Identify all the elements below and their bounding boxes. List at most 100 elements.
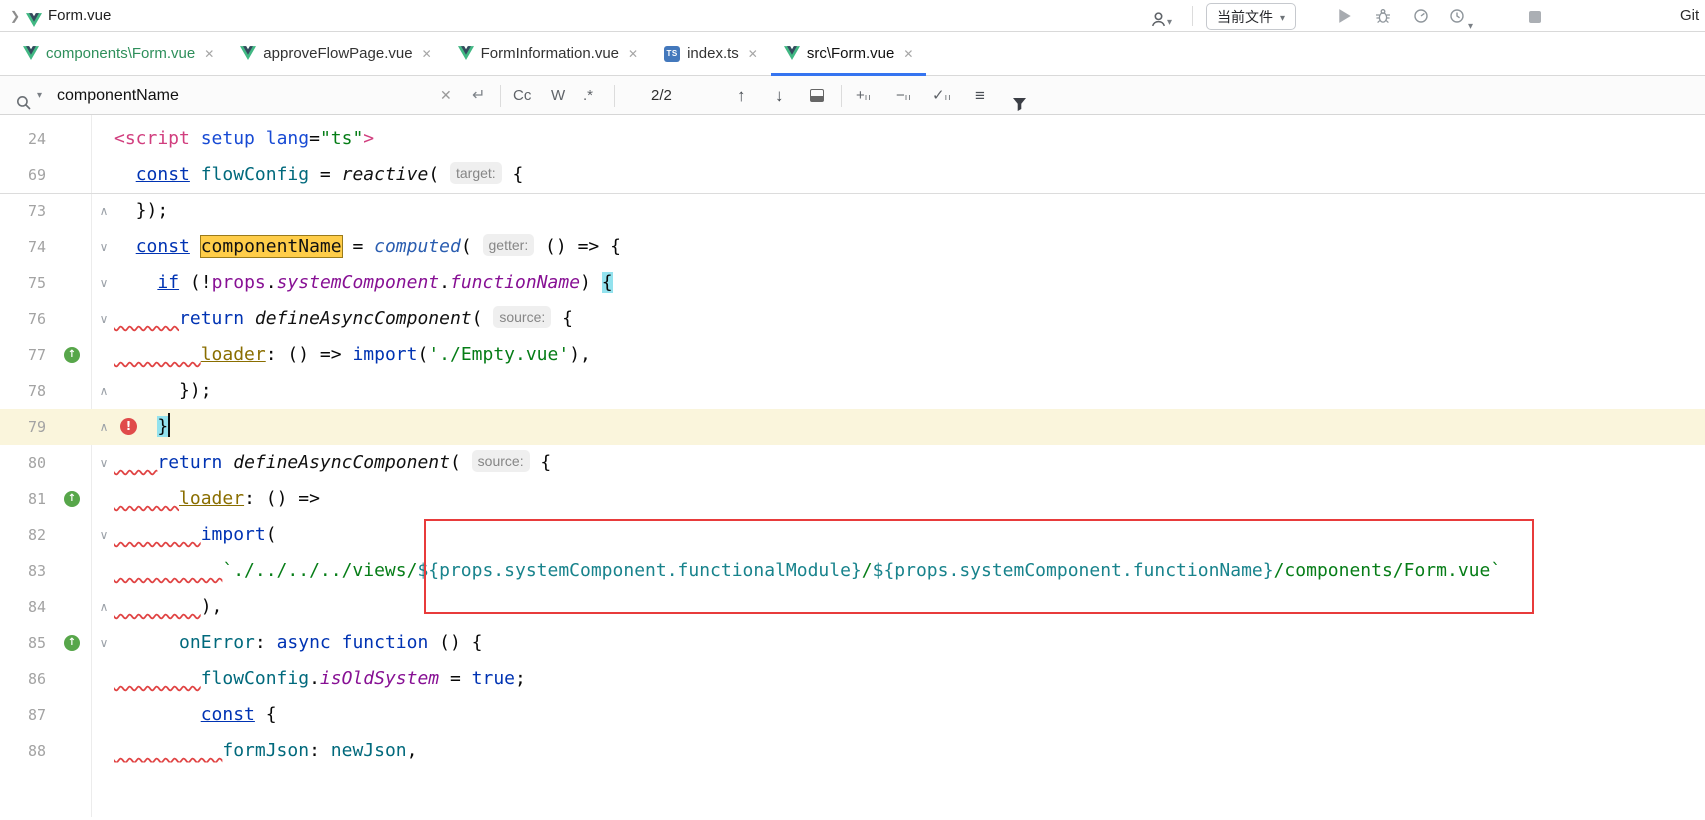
- close-tab-icon[interactable]: ✕: [748, 47, 758, 61]
- code-token: async: [277, 632, 331, 653]
- code-token: =: [439, 668, 472, 689]
- run-config-selector[interactable]: 当前文件▾: [1206, 3, 1296, 30]
- filter-lines-icon[interactable]: ≡: [975, 76, 985, 115]
- user-account-icon[interactable]: ▾: [1150, 7, 1172, 39]
- fold-up-icon[interactable]: ∧: [96, 589, 112, 625]
- code-line-content: formJson: newJson,: [114, 740, 417, 761]
- stop-button[interactable]: [1526, 8, 1544, 26]
- fold-down-icon[interactable]: ∨: [96, 625, 112, 661]
- error-icon[interactable]: !: [120, 418, 137, 435]
- code-token: {: [502, 164, 524, 185]
- match-count: 2/2: [651, 76, 672, 115]
- code-token: true: [472, 668, 515, 689]
- close-tab-icon[interactable]: ✕: [903, 47, 913, 61]
- vue-file-icon: [458, 46, 474, 61]
- code-token: (: [428, 164, 439, 185]
- code-line: 80∨ return defineAsyncComponent( source:…: [0, 445, 1705, 481]
- line-number[interactable]: 82: [0, 517, 46, 553]
- fold-down-icon[interactable]: ∨: [96, 229, 112, 265]
- line-number[interactable]: 76: [0, 301, 46, 337]
- tab-src-form.vue[interactable]: src\Form.vue✕: [771, 32, 927, 75]
- line-number[interactable]: 87: [0, 697, 46, 733]
- code-token: [190, 236, 201, 257]
- whole-words-toggle[interactable]: W: [551, 76, 565, 115]
- line-number[interactable]: 79: [0, 409, 46, 445]
- line-number[interactable]: 69: [0, 157, 46, 193]
- line-number[interactable]: 80: [0, 445, 46, 481]
- code-line: 76∨ return defineAsyncComponent( source:…: [0, 301, 1705, 337]
- git-menu[interactable]: Git: [1680, 0, 1699, 32]
- code-token: (: [450, 452, 461, 473]
- next-match-button[interactable]: ↓: [775, 76, 784, 115]
- code-token: [190, 164, 201, 185]
- code-line-content: loader: () =>: [114, 488, 320, 509]
- search-input[interactable]: componentName: [57, 76, 179, 115]
- code-token: (: [417, 344, 428, 365]
- profiler-icon[interactable]: [1412, 8, 1430, 26]
- gutter-marker-icon[interactable]: ↑: [64, 491, 80, 507]
- code-token: ,: [407, 740, 418, 761]
- match-case-toggle[interactable]: Cc: [513, 76, 531, 115]
- add-filter-icon[interactable]: +ıı: [856, 76, 872, 115]
- remove-filter-icon[interactable]: −ıı: [896, 76, 912, 115]
- previous-match-button[interactable]: ↑: [737, 76, 746, 115]
- code-line-content: `./../../../views/${props.systemComponen…: [114, 560, 1501, 581]
- close-tab-icon[interactable]: ✕: [204, 47, 214, 61]
- gutter-marker-icon[interactable]: ↑: [64, 347, 80, 363]
- typescript-file-icon: TS: [664, 46, 680, 62]
- line-number[interactable]: 24: [0, 121, 46, 157]
- fold-up-icon[interactable]: ∧: [96, 409, 112, 445]
- code-token: const: [201, 704, 255, 725]
- line-number[interactable]: 74: [0, 229, 46, 265]
- fold-up-icon[interactable]: ∧: [96, 373, 112, 409]
- window-title: Form.vue: [48, 0, 111, 32]
- tab-index.ts[interactable]: TSindex.ts✕: [651, 32, 771, 75]
- newline-icon[interactable]: ↵: [472, 76, 485, 115]
- code-token: (: [461, 236, 472, 257]
- code-token: ): [580, 272, 602, 293]
- line-number[interactable]: 75: [0, 265, 46, 301]
- run-history-clock-icon[interactable]: [1448, 8, 1466, 26]
- tab-forminformation.vue[interactable]: FormInformation.vue✕: [445, 32, 651, 75]
- open-in-tool-window-icon[interactable]: [810, 89, 824, 102]
- line-number[interactable]: 77: [0, 337, 46, 373]
- search-options-caret-icon[interactable]: ▾: [37, 76, 42, 115]
- close-tab-icon[interactable]: ✕: [628, 47, 638, 61]
- debug-bug-icon[interactable]: [1374, 8, 1392, 26]
- line-number[interactable]: 83: [0, 553, 46, 589]
- breadcrumb-chevron-icon[interactable]: ❯: [10, 0, 20, 32]
- fold-up-icon[interactable]: ∧: [96, 193, 112, 229]
- code-token: =: [309, 128, 320, 149]
- line-number[interactable]: 81: [0, 481, 46, 517]
- code-token: `./../../../views/: [222, 560, 417, 581]
- fold-down-icon[interactable]: ∨: [96, 517, 112, 553]
- code-token: return: [179, 308, 244, 329]
- tab-components-form.vue[interactable]: components\Form.vue✕: [10, 32, 227, 75]
- tab-approveflowpage.vue[interactable]: approveFlowPage.vue✕: [227, 32, 444, 75]
- fold-down-icon[interactable]: ∨: [96, 265, 112, 301]
- search-match-highlight: componentName: [201, 236, 342, 257]
- check-filter-icon[interactable]: ✓ıı: [932, 76, 952, 115]
- close-tab-icon[interactable]: ✕: [422, 47, 432, 61]
- code-line: 87 const {: [0, 697, 1705, 733]
- line-number[interactable]: 88: [0, 733, 46, 769]
- regex-toggle[interactable]: .*: [583, 76, 593, 115]
- clear-search-icon[interactable]: ✕: [440, 76, 452, 115]
- code-token: systemComponent: [277, 272, 440, 293]
- line-number[interactable]: 86: [0, 661, 46, 697]
- gutter-marker-icon[interactable]: ↑: [64, 635, 80, 651]
- run-history-caret-icon[interactable]: ▾: [1468, 11, 1473, 43]
- code-token: [439, 164, 450, 185]
- code-editor[interactable]: 24<script setup lang="ts">69 const flowC…: [0, 115, 1705, 817]
- line-number[interactable]: 78: [0, 373, 46, 409]
- code-token: });: [114, 200, 168, 221]
- line-number[interactable]: 84: [0, 589, 46, 625]
- code-token: [114, 308, 179, 329]
- code-token: flowConfig: [201, 668, 309, 689]
- line-number[interactable]: 85: [0, 625, 46, 661]
- code-line: 75∨ if (!props.systemComponent.functionN…: [0, 265, 1705, 301]
- fold-down-icon[interactable]: ∨: [96, 301, 112, 337]
- fold-down-icon[interactable]: ∨: [96, 445, 112, 481]
- run-button[interactable]: [1336, 8, 1354, 26]
- line-number[interactable]: 73: [0, 193, 46, 229]
